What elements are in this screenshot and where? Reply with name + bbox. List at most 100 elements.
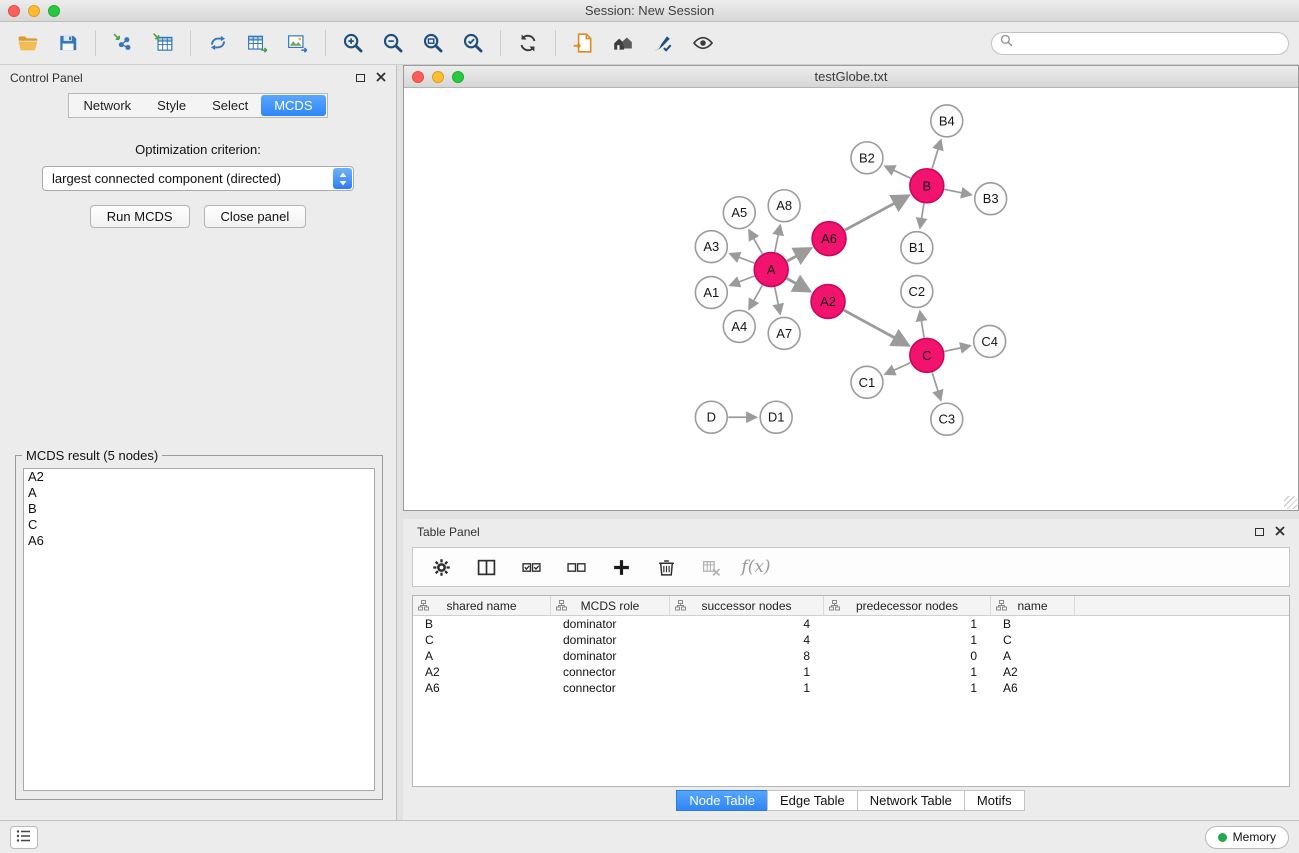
select-all-icon[interactable] — [519, 555, 543, 579]
node-B1[interactable]: B1 — [901, 232, 933, 264]
float-table-panel-icon[interactable] — [1255, 528, 1264, 536]
edge-A-A5[interactable] — [749, 230, 762, 254]
split-panel-icon[interactable] — [474, 555, 498, 579]
export-image-icon[interactable] — [280, 27, 316, 59]
edge-A-A8[interactable] — [775, 225, 780, 252]
tab-network[interactable]: Network — [70, 95, 144, 116]
network-zoom-button[interactable] — [452, 71, 464, 83]
zoom-in-icon[interactable] — [335, 27, 371, 59]
show-hide-icon[interactable] — [685, 27, 721, 59]
table-row[interactable]: Cdominator41C — [413, 632, 1289, 648]
edge-C-C4[interactable] — [944, 346, 970, 352]
zoom-selected-icon[interactable] — [455, 27, 491, 59]
node-A8[interactable]: A8 — [768, 190, 800, 222]
import-table-icon[interactable] — [145, 27, 181, 59]
node-A5[interactable]: A5 — [723, 197, 755, 229]
minimize-window-button[interactable] — [28, 5, 40, 17]
tab-select[interactable]: Select — [199, 95, 261, 116]
node-C2[interactable]: C2 — [901, 276, 933, 308]
tab-mcds[interactable]: MCDS — [261, 95, 325, 116]
column-header-mcds-role[interactable]: MCDS role — [551, 596, 670, 615]
run-mcds-button[interactable]: Run MCDS — [90, 205, 190, 228]
task-history-button[interactable] — [10, 826, 38, 849]
tab-network-table[interactable]: Network Table — [857, 790, 965, 811]
home-icon[interactable] — [605, 27, 641, 59]
save-session-icon[interactable] — [50, 27, 86, 59]
open-document-icon[interactable] — [565, 27, 601, 59]
table-row[interactable]: Bdominator41B — [413, 616, 1289, 632]
mcds-result-item[interactable]: C — [24, 517, 374, 533]
mcds-result-item[interactable]: A — [24, 485, 374, 501]
node-C4[interactable]: C4 — [974, 325, 1006, 357]
mcds-result-list[interactable]: A2ABCA6 — [23, 468, 375, 791]
edge-C-C3[interactable] — [932, 373, 941, 401]
table-settings-icon[interactable] — [429, 555, 453, 579]
network-minimize-button[interactable] — [432, 71, 444, 83]
node-A1[interactable]: A1 — [695, 277, 727, 309]
tab-motifs[interactable]: Motifs — [964, 790, 1025, 811]
new-network-icon[interactable] — [200, 27, 236, 59]
search-input[interactable] — [1018, 36, 1280, 51]
node-D1[interactable]: D1 — [760, 401, 792, 433]
close-panel-icon[interactable] — [376, 69, 386, 87]
edge-A-A3[interactable] — [730, 254, 754, 263]
edge-C-C2[interactable] — [920, 311, 924, 337]
mcds-result-item[interactable]: B — [24, 501, 374, 517]
add-row-icon[interactable] — [609, 555, 633, 579]
deselect-all-icon[interactable] — [564, 555, 588, 579]
node-C1[interactable]: C1 — [851, 366, 883, 398]
edge-A6-B[interactable] — [845, 196, 909, 230]
refresh-view-icon[interactable] — [510, 27, 546, 59]
edge-C-C1[interactable] — [885, 363, 910, 374]
edge-A-A6[interactable] — [787, 249, 811, 262]
zoom-out-icon[interactable] — [375, 27, 411, 59]
delete-rows-icon[interactable] — [654, 555, 678, 579]
edge-A-A2[interactable] — [787, 278, 810, 291]
import-network-icon[interactable] — [105, 27, 141, 59]
tab-node-table[interactable]: Node Table — [676, 790, 768, 811]
node-A[interactable]: A — [754, 253, 788, 287]
edge-A2-C[interactable] — [844, 310, 909, 345]
close-window-button[interactable] — [8, 5, 20, 17]
resize-grip[interactable] — [1284, 496, 1297, 509]
node-B2[interactable]: B2 — [851, 142, 883, 174]
zoom-window-button[interactable] — [48, 5, 60, 17]
column-header-successor-nodes[interactable]: successor nodes — [670, 596, 824, 615]
network-graph[interactable]: B4 B2 B B3 A5 A8 A6 B1 A3 A C2 A1 A2 A4 A7 C4 C C1 C3 D D1 — [404, 88, 1298, 510]
node-A4[interactable]: A4 — [723, 310, 755, 342]
optimization-criterion-select[interactable]: largest connected component (directed) — [42, 166, 354, 191]
edge-A-A7[interactable] — [775, 287, 780, 314]
edge-A-A1[interactable] — [730, 276, 754, 285]
network-close-button[interactable] — [412, 71, 424, 83]
edge-A-A4[interactable] — [749, 285, 762, 309]
tab-edge-table[interactable]: Edge Table — [767, 790, 858, 811]
column-header-shared-name[interactable]: shared name — [413, 596, 551, 615]
float-panel-icon[interactable] — [356, 74, 365, 82]
zoom-fit-icon[interactable] — [415, 27, 451, 59]
edge-B-B4[interactable] — [932, 140, 941, 169]
table-row[interactable]: A6connector11A6 — [413, 680, 1289, 696]
node-C[interactable]: C — [910, 338, 944, 372]
node-A3[interactable]: A3 — [695, 231, 727, 263]
open-session-icon[interactable] — [10, 27, 46, 59]
node-D[interactable]: D — [695, 401, 727, 433]
close-table-panel-icon[interactable] — [1275, 523, 1285, 541]
node-A6[interactable]: A6 — [812, 222, 846, 256]
node-B[interactable]: B — [910, 169, 944, 203]
table-row[interactable]: Adominator80A — [413, 648, 1289, 664]
node-A2[interactable]: A2 — [811, 285, 845, 319]
memory-button[interactable]: Memory — [1205, 826, 1289, 849]
edge-B-B1[interactable] — [920, 203, 924, 227]
node-B4[interactable]: B4 — [931, 105, 963, 137]
column-header-predecessor-nodes[interactable]: predecessor nodes — [824, 596, 991, 615]
node-B3[interactable]: B3 — [975, 183, 1007, 215]
close-mcds-panel-button[interactable]: Close panel — [204, 205, 307, 228]
export-table-icon[interactable] — [240, 27, 276, 59]
edge-B-B2[interactable] — [885, 166, 911, 178]
node-C3[interactable]: C3 — [931, 403, 963, 435]
mcds-result-item[interactable]: A2 — [24, 469, 374, 485]
column-header-name[interactable]: name — [991, 596, 1075, 615]
node-A7[interactable]: A7 — [768, 317, 800, 349]
table-row[interactable]: A2connector11A2 — [413, 664, 1289, 680]
network-canvas[interactable]: B4 B2 B B3 A5 A8 A6 B1 A3 A C2 A1 A2 A4 A7 C4 C C1 C3 D D1 — [404, 88, 1298, 510]
